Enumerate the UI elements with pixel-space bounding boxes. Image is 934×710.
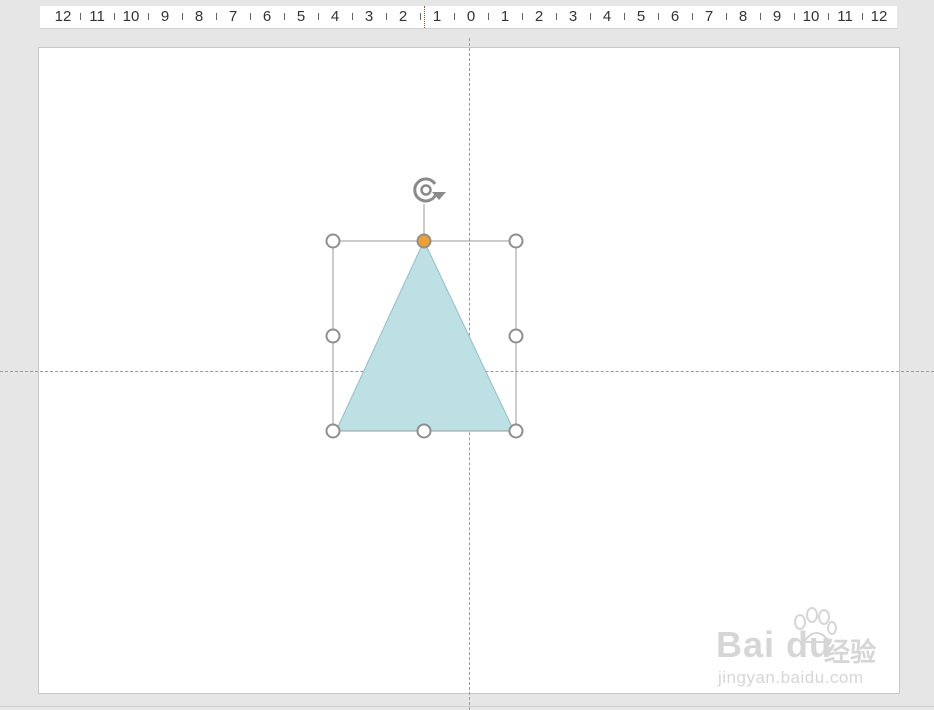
resize-handle-bottom-middle[interactable] (416, 423, 432, 439)
watermark-brand-cn: 经验 (824, 637, 877, 667)
powerpoint-editor-canvas: 12 11 10 9 8 7 6 5 4 3 2 1 0 1 2 3 4 5 6 7 8 9 10 11 12 (0, 0, 934, 710)
watermark-brand: Bai du (716, 624, 833, 665)
resize-handle-middle-left[interactable] (325, 328, 341, 344)
resize-handle-bottom-left[interactable] (325, 423, 341, 439)
baidu-watermark: Bai du 经验 jingyan.baidu.com (716, 606, 886, 690)
resize-handle-middle-right[interactable] (508, 328, 524, 344)
resize-handle-bottom-right[interactable] (508, 423, 524, 439)
resize-handle-top-right[interactable] (508, 233, 524, 249)
resize-handle-top-left[interactable] (325, 233, 341, 249)
canvas-bottom-border (0, 706, 934, 707)
shape-layer (325, 177, 524, 439)
adjust-handle-top[interactable] (416, 233, 432, 249)
triangle-shape[interactable] (335, 239, 515, 432)
rotate-icon[interactable] (413, 177, 446, 203)
watermark-url: jingyan.baidu.com (718, 668, 864, 687)
